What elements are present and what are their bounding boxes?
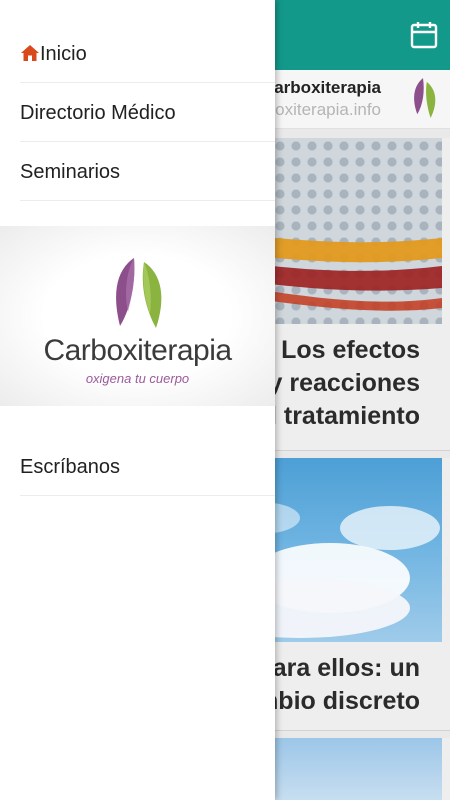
divider [20,82,275,83]
home-icon [21,45,39,61]
drawer-scrim[interactable] [275,0,450,800]
drawer-item-label: Directorio Médico [20,102,176,124]
brand-logo-icon [116,258,162,328]
drawer-item-seminarios[interactable]: Seminarios [0,143,275,201]
brand-name: Carboxiterapia [43,334,232,367]
drawer-item-label: Seminarios [20,161,121,183]
divider [20,495,275,496]
drawer-item-escribanos[interactable]: Escríbanos [0,438,275,496]
divider [20,200,275,201]
brand-tagline: oxigena tu cuerpo [85,371,190,386]
drawer-item-directorio-medico[interactable]: Directorio Médico [0,84,275,142]
navigation-drawer: Inicio Directorio Médico Seminarios Carb… [0,0,275,800]
divider [20,141,275,142]
drawer-item-inicio[interactable]: Inicio [0,25,275,83]
brand-banner: Carboxiterapia oxigena tu cuerpo [0,226,275,406]
drawer-item-label: Inicio [40,43,87,65]
drawer-item-label: Escríbanos [20,456,121,478]
